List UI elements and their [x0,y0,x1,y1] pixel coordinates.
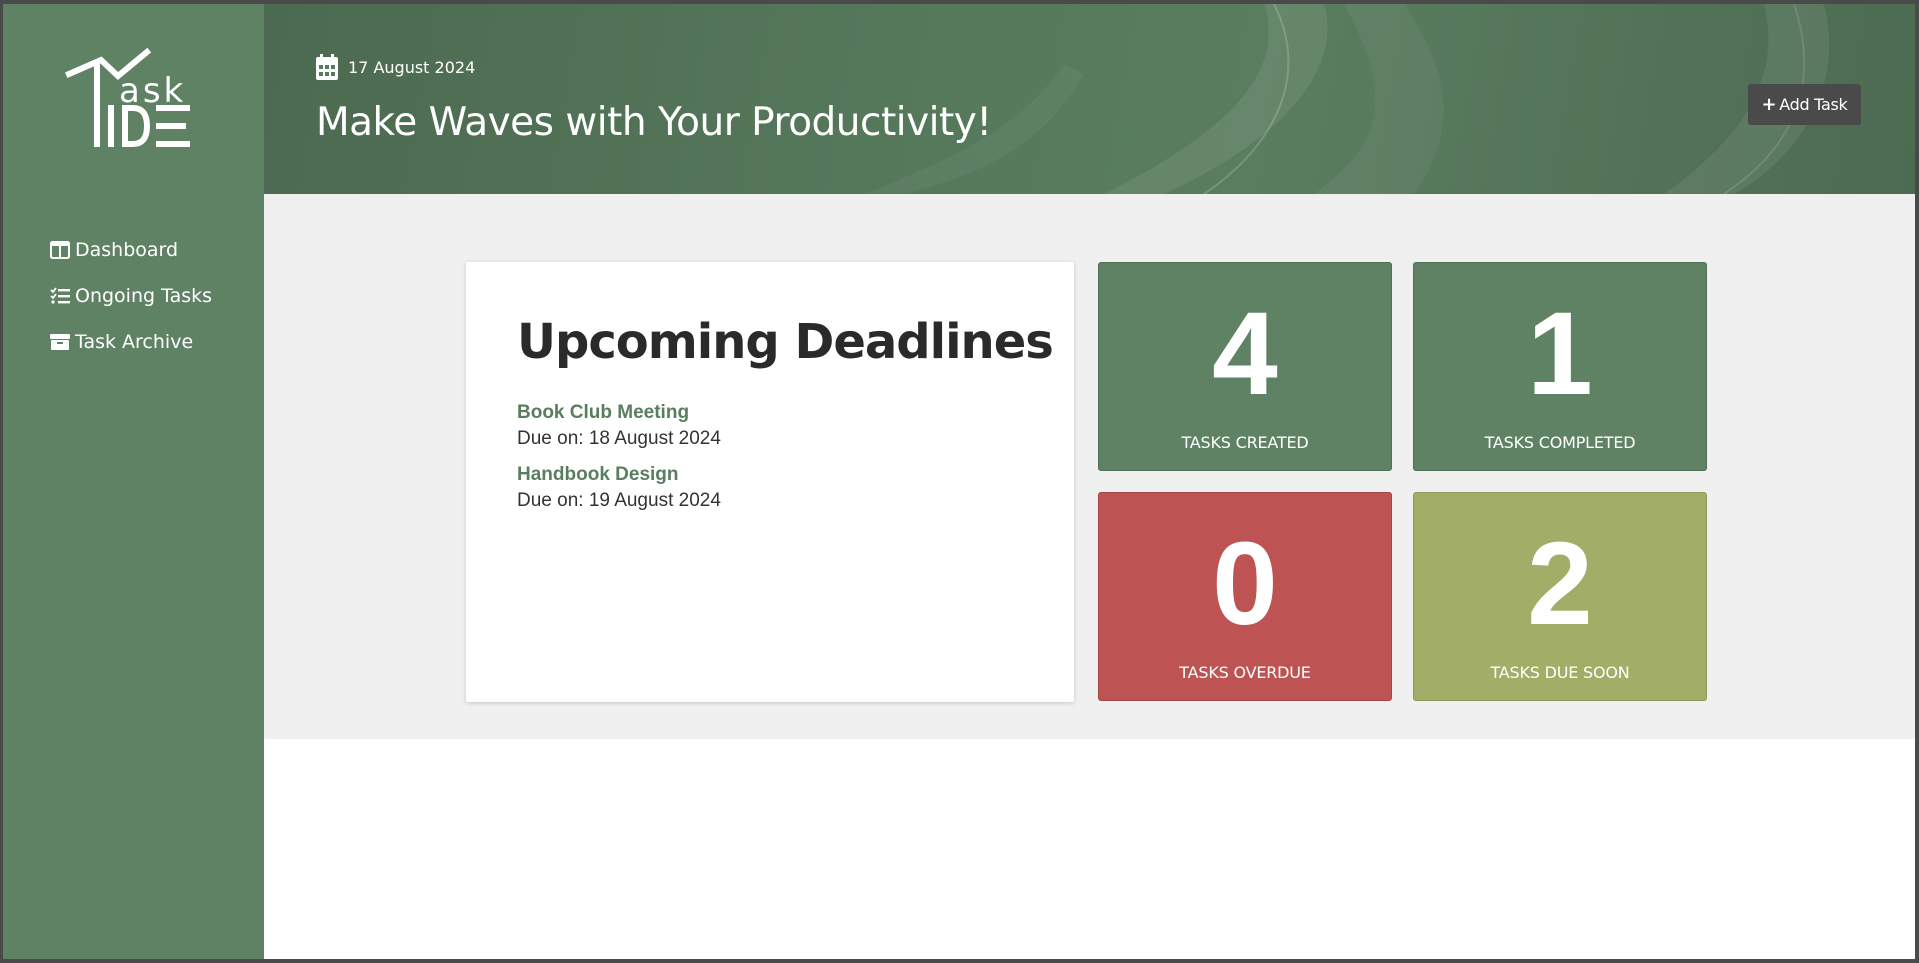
sidebar-item-dashboard[interactable]: Dashboard [49,227,212,273]
sidebar-item-label: Task Archive [75,331,194,353]
archive-box-icon [49,331,71,353]
sidebar-nav: Dashboard Ongoing Tasks Task Archive [49,227,212,365]
deadlines-title: Upcoming Deadlines [517,314,1054,370]
stat-card-tasks-overdue[interactable]: 0 TASKS OVERDUE [1098,492,1392,701]
page-title: Make Waves with Your Productivity! [316,100,992,145]
svg-text:ask: ask [119,71,186,111]
deadline-due-date: Due on: 19 August 2024 [517,490,721,511]
stat-value: 2 [1527,518,1593,650]
page-header: 17 August 2024 Make Waves with Your Prod… [264,4,1915,194]
dashboard-columns-icon [49,239,71,261]
add-task-label: Add Task [1779,95,1848,114]
sidebar-item-task-archive[interactable]: Task Archive [49,319,212,365]
stat-value: 4 [1212,288,1278,420]
stat-value: 1 [1527,288,1593,420]
calendar-icon [316,54,338,80]
app-window: ask Dashboard Ongoing Tasks Task Archive [3,4,1915,959]
deadline-list: Book Club Meeting Due on: 18 August 2024… [517,400,721,524]
stat-card-tasks-due-soon[interactable]: 2 TASKS DUE SOON [1413,492,1707,701]
stat-value: 0 [1212,518,1278,650]
stat-card-tasks-completed[interactable]: 1 TASKS COMPLETED [1413,262,1707,471]
stat-label: TASKS OVERDUE [1179,663,1311,682]
list-check-icon [49,285,71,307]
stat-label: TASKS CREATED [1181,433,1309,452]
deadline-task-link[interactable]: Handbook Design [517,462,721,487]
deadline-task-link[interactable]: Book Club Meeting [517,400,721,425]
date-text: 17 August 2024 [348,57,476,77]
dashboard-content: Upcoming Deadlines Book Club Meeting Due… [264,194,1915,739]
stat-label: TASKS DUE SOON [1490,663,1630,682]
sidebar-item-label: Ongoing Tasks [75,285,213,307]
current-date: 17 August 2024 [316,54,475,80]
task-ide-logo[interactable]: ask [63,46,193,156]
list-item: Handbook Design Due on: 19 August 2024 [517,462,721,514]
upcoming-deadlines-card: Upcoming Deadlines Book Club Meeting Due… [466,262,1074,702]
deadline-due-date: Due on: 18 August 2024 [517,428,721,449]
list-item: Book Club Meeting Due on: 18 August 2024 [517,400,721,452]
add-task-button[interactable]: + Add Task [1748,84,1861,125]
plus-icon: + [1761,94,1777,115]
stat-label: TASKS COMPLETED [1484,433,1636,452]
wave-background [864,4,1830,194]
sidebar-item-ongoing-tasks[interactable]: Ongoing Tasks [49,273,212,319]
sidebar: ask Dashboard Ongoing Tasks Task Archive [3,4,264,959]
sidebar-item-label: Dashboard [75,239,179,261]
stat-card-tasks-created[interactable]: 4 TASKS CREATED [1098,262,1392,471]
